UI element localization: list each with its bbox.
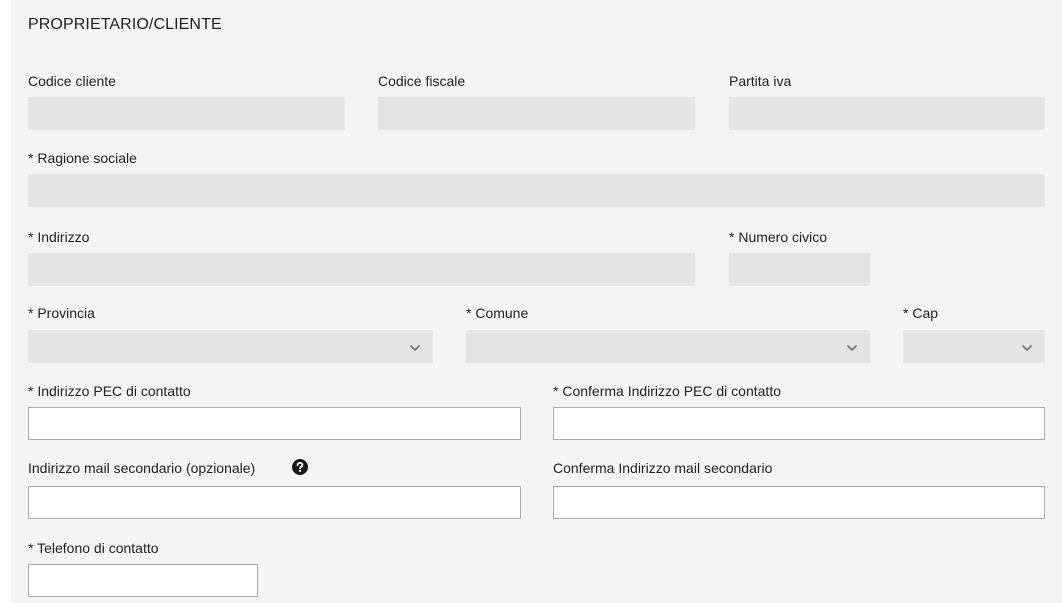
partita-iva-field: [729, 97, 1045, 130]
pec-input[interactable]: [28, 407, 521, 440]
partita-iva-label: Partita iva: [729, 73, 792, 89]
ragione-sociale-label: * Ragione sociale: [28, 150, 137, 166]
pec-label: * Indirizzo PEC di contatto: [28, 383, 191, 399]
telefono-label: * Telefono di contatto: [28, 540, 159, 556]
codice-fiscale-field: [378, 97, 695, 130]
question-circle-icon[interactable]: [292, 459, 308, 475]
telefono-input[interactable]: [28, 564, 258, 597]
cap-select[interactable]: [903, 330, 1045, 363]
codice-cliente-label: Codice cliente: [28, 73, 116, 89]
numero-civico-field: [729, 253, 870, 286]
secondary-mail-input[interactable]: [28, 486, 521, 519]
secondary-mail-confirm-input[interactable]: [553, 486, 1045, 519]
provincia-select[interactable]: [28, 330, 433, 363]
comune-label: * Comune: [466, 305, 529, 321]
comune-select[interactable]: [466, 330, 870, 363]
pec-confirm-label: * Conferma Indirizzo PEC di contatto: [553, 383, 781, 399]
numero-civico-label: * Numero civico: [729, 229, 828, 245]
chevron-down-icon: [847, 345, 857, 351]
codice-cliente-field: [28, 97, 345, 130]
indirizzo-field: [28, 253, 695, 286]
section-title: PROPRIETARIO/CLIENTE: [28, 16, 222, 33]
chevron-down-icon: [1022, 345, 1032, 351]
chevron-down-icon: [410, 345, 420, 351]
ragione-sociale-field: [28, 174, 1045, 207]
secondary-mail-label: Indirizzo mail secondario (opzionale): [28, 460, 256, 476]
secondary-mail-confirm-label: Conferma Indirizzo mail secondario: [553, 460, 773, 476]
pec-confirm-input[interactable]: [553, 407, 1045, 440]
indirizzo-label: * Indirizzo: [28, 229, 90, 245]
provincia-label: * Provincia: [28, 305, 95, 321]
cap-label: * Cap: [903, 305, 939, 321]
codice-fiscale-label: Codice fiscale: [378, 73, 466, 89]
